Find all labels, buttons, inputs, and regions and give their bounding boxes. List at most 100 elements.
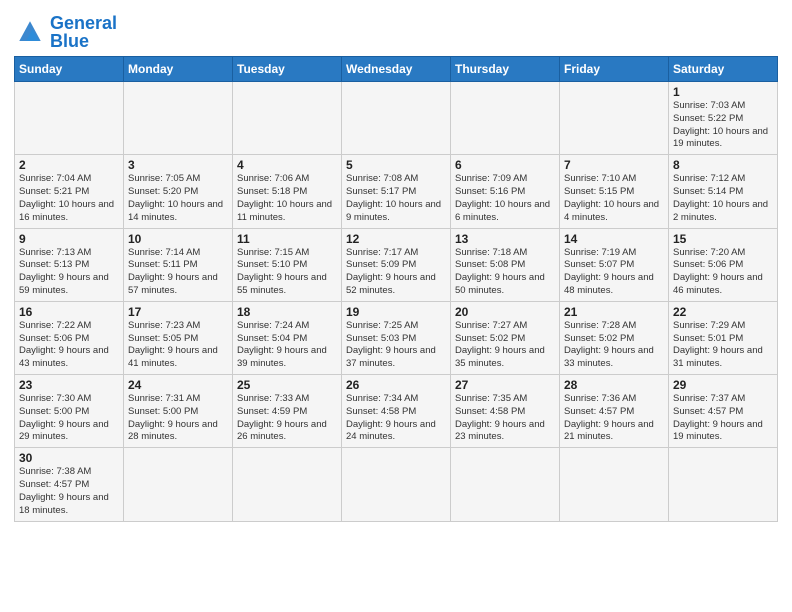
logo-text: GeneralBlue [50,14,117,50]
calendar-cell [342,448,451,521]
day-info: Sunrise: 7:28 AM Sunset: 5:02 PM Dayligh… [564,320,664,371]
calendar-cell: 15Sunrise: 7:20 AM Sunset: 5:06 PM Dayli… [669,228,778,301]
calendar-cell: 4Sunrise: 7:06 AM Sunset: 5:18 PM Daylig… [233,155,342,228]
calendar-week-row-6: 30Sunrise: 7:38 AM Sunset: 4:57 PM Dayli… [15,448,778,521]
day-number: 11 [237,232,337,246]
calendar-cell: 9Sunrise: 7:13 AM Sunset: 5:13 PM Daylig… [15,228,124,301]
day-info: Sunrise: 7:12 AM Sunset: 5:14 PM Dayligh… [673,173,773,224]
day-number: 21 [564,305,664,319]
calendar-cell: 19Sunrise: 7:25 AM Sunset: 5:03 PM Dayli… [342,301,451,374]
calendar-cell: 17Sunrise: 7:23 AM Sunset: 5:05 PM Dayli… [124,301,233,374]
weekday-header-friday: Friday [560,57,669,82]
day-number: 7 [564,158,664,172]
day-info: Sunrise: 7:35 AM Sunset: 4:58 PM Dayligh… [455,393,555,444]
calendar-cell: 23Sunrise: 7:30 AM Sunset: 5:00 PM Dayli… [15,375,124,448]
day-number: 27 [455,378,555,392]
calendar-cell: 30Sunrise: 7:38 AM Sunset: 4:57 PM Dayli… [15,448,124,521]
calendar-cell: 27Sunrise: 7:35 AM Sunset: 4:58 PM Dayli… [451,375,560,448]
calendar-week-row-4: 16Sunrise: 7:22 AM Sunset: 5:06 PM Dayli… [15,301,778,374]
day-info: Sunrise: 7:23 AM Sunset: 5:05 PM Dayligh… [128,320,228,371]
day-info: Sunrise: 7:29 AM Sunset: 5:01 PM Dayligh… [673,320,773,371]
calendar-cell: 5Sunrise: 7:08 AM Sunset: 5:17 PM Daylig… [342,155,451,228]
day-number: 30 [19,451,119,465]
day-info: Sunrise: 7:15 AM Sunset: 5:10 PM Dayligh… [237,247,337,298]
day-number: 3 [128,158,228,172]
calendar-cell: 28Sunrise: 7:36 AM Sunset: 4:57 PM Dayli… [560,375,669,448]
day-number: 22 [673,305,773,319]
day-info: Sunrise: 7:08 AM Sunset: 5:17 PM Dayligh… [346,173,446,224]
day-info: Sunrise: 7:25 AM Sunset: 5:03 PM Dayligh… [346,320,446,371]
calendar-cell: 24Sunrise: 7:31 AM Sunset: 5:00 PM Dayli… [124,375,233,448]
calendar-cell: 2Sunrise: 7:04 AM Sunset: 5:21 PM Daylig… [15,155,124,228]
calendar-cell: 16Sunrise: 7:22 AM Sunset: 5:06 PM Dayli… [15,301,124,374]
calendar-cell: 12Sunrise: 7:17 AM Sunset: 5:09 PM Dayli… [342,228,451,301]
calendar-cell: 13Sunrise: 7:18 AM Sunset: 5:08 PM Dayli… [451,228,560,301]
day-info: Sunrise: 7:19 AM Sunset: 5:07 PM Dayligh… [564,247,664,298]
day-info: Sunrise: 7:30 AM Sunset: 5:00 PM Dayligh… [19,393,119,444]
generalblue-logo-icon [14,18,46,46]
day-number: 24 [128,378,228,392]
weekday-header-tuesday: Tuesday [233,57,342,82]
day-info: Sunrise: 7:37 AM Sunset: 4:57 PM Dayligh… [673,393,773,444]
day-info: Sunrise: 7:17 AM Sunset: 5:09 PM Dayligh… [346,247,446,298]
day-number: 12 [346,232,446,246]
day-info: Sunrise: 7:34 AM Sunset: 4:58 PM Dayligh… [346,393,446,444]
calendar-cell [233,82,342,155]
weekday-header-monday: Monday [124,57,233,82]
day-info: Sunrise: 7:05 AM Sunset: 5:20 PM Dayligh… [128,173,228,224]
weekday-header-thursday: Thursday [451,57,560,82]
calendar-cell: 22Sunrise: 7:29 AM Sunset: 5:01 PM Dayli… [669,301,778,374]
day-number: 1 [673,85,773,99]
weekday-header-row: SundayMondayTuesdayWednesdayThursdayFrid… [15,57,778,82]
day-number: 26 [346,378,446,392]
calendar-table: SundayMondayTuesdayWednesdayThursdayFrid… [14,56,778,522]
day-number: 5 [346,158,446,172]
calendar-cell [560,448,669,521]
day-number: 19 [346,305,446,319]
day-info: Sunrise: 7:20 AM Sunset: 5:06 PM Dayligh… [673,247,773,298]
calendar-week-row-3: 9Sunrise: 7:13 AM Sunset: 5:13 PM Daylig… [15,228,778,301]
calendar-cell: 29Sunrise: 7:37 AM Sunset: 4:57 PM Dayli… [669,375,778,448]
calendar-week-row-1: 1Sunrise: 7:03 AM Sunset: 5:22 PM Daylig… [15,82,778,155]
calendar-cell [342,82,451,155]
page: GeneralBlue SundayMondayTuesdayWednesday… [0,0,792,612]
day-number: 23 [19,378,119,392]
day-number: 8 [673,158,773,172]
calendar-cell [233,448,342,521]
day-number: 20 [455,305,555,319]
day-info: Sunrise: 7:31 AM Sunset: 5:00 PM Dayligh… [128,393,228,444]
calendar-cell: 7Sunrise: 7:10 AM Sunset: 5:15 PM Daylig… [560,155,669,228]
day-info: Sunrise: 7:09 AM Sunset: 5:16 PM Dayligh… [455,173,555,224]
day-number: 2 [19,158,119,172]
day-number: 28 [564,378,664,392]
header: GeneralBlue [14,10,778,50]
calendar-cell: 8Sunrise: 7:12 AM Sunset: 5:14 PM Daylig… [669,155,778,228]
calendar-cell: 25Sunrise: 7:33 AM Sunset: 4:59 PM Dayli… [233,375,342,448]
day-number: 29 [673,378,773,392]
day-number: 18 [237,305,337,319]
logo: GeneralBlue [14,14,117,50]
calendar-cell [451,448,560,521]
weekday-header-saturday: Saturday [669,57,778,82]
day-number: 6 [455,158,555,172]
day-info: Sunrise: 7:04 AM Sunset: 5:21 PM Dayligh… [19,173,119,224]
calendar-week-row-2: 2Sunrise: 7:04 AM Sunset: 5:21 PM Daylig… [15,155,778,228]
day-number: 4 [237,158,337,172]
day-info: Sunrise: 7:27 AM Sunset: 5:02 PM Dayligh… [455,320,555,371]
day-info: Sunrise: 7:14 AM Sunset: 5:11 PM Dayligh… [128,247,228,298]
weekday-header-sunday: Sunday [15,57,124,82]
day-number: 13 [455,232,555,246]
calendar-cell: 20Sunrise: 7:27 AM Sunset: 5:02 PM Dayli… [451,301,560,374]
weekday-header-wednesday: Wednesday [342,57,451,82]
calendar-cell: 11Sunrise: 7:15 AM Sunset: 5:10 PM Dayli… [233,228,342,301]
day-info: Sunrise: 7:13 AM Sunset: 5:13 PM Dayligh… [19,247,119,298]
day-number: 15 [673,232,773,246]
calendar-cell [669,448,778,521]
calendar-cell: 3Sunrise: 7:05 AM Sunset: 5:20 PM Daylig… [124,155,233,228]
day-number: 17 [128,305,228,319]
day-info: Sunrise: 7:36 AM Sunset: 4:57 PM Dayligh… [564,393,664,444]
day-info: Sunrise: 7:38 AM Sunset: 4:57 PM Dayligh… [19,466,119,517]
calendar-cell: 6Sunrise: 7:09 AM Sunset: 5:16 PM Daylig… [451,155,560,228]
calendar-cell [15,82,124,155]
calendar-cell: 21Sunrise: 7:28 AM Sunset: 5:02 PM Dayli… [560,301,669,374]
